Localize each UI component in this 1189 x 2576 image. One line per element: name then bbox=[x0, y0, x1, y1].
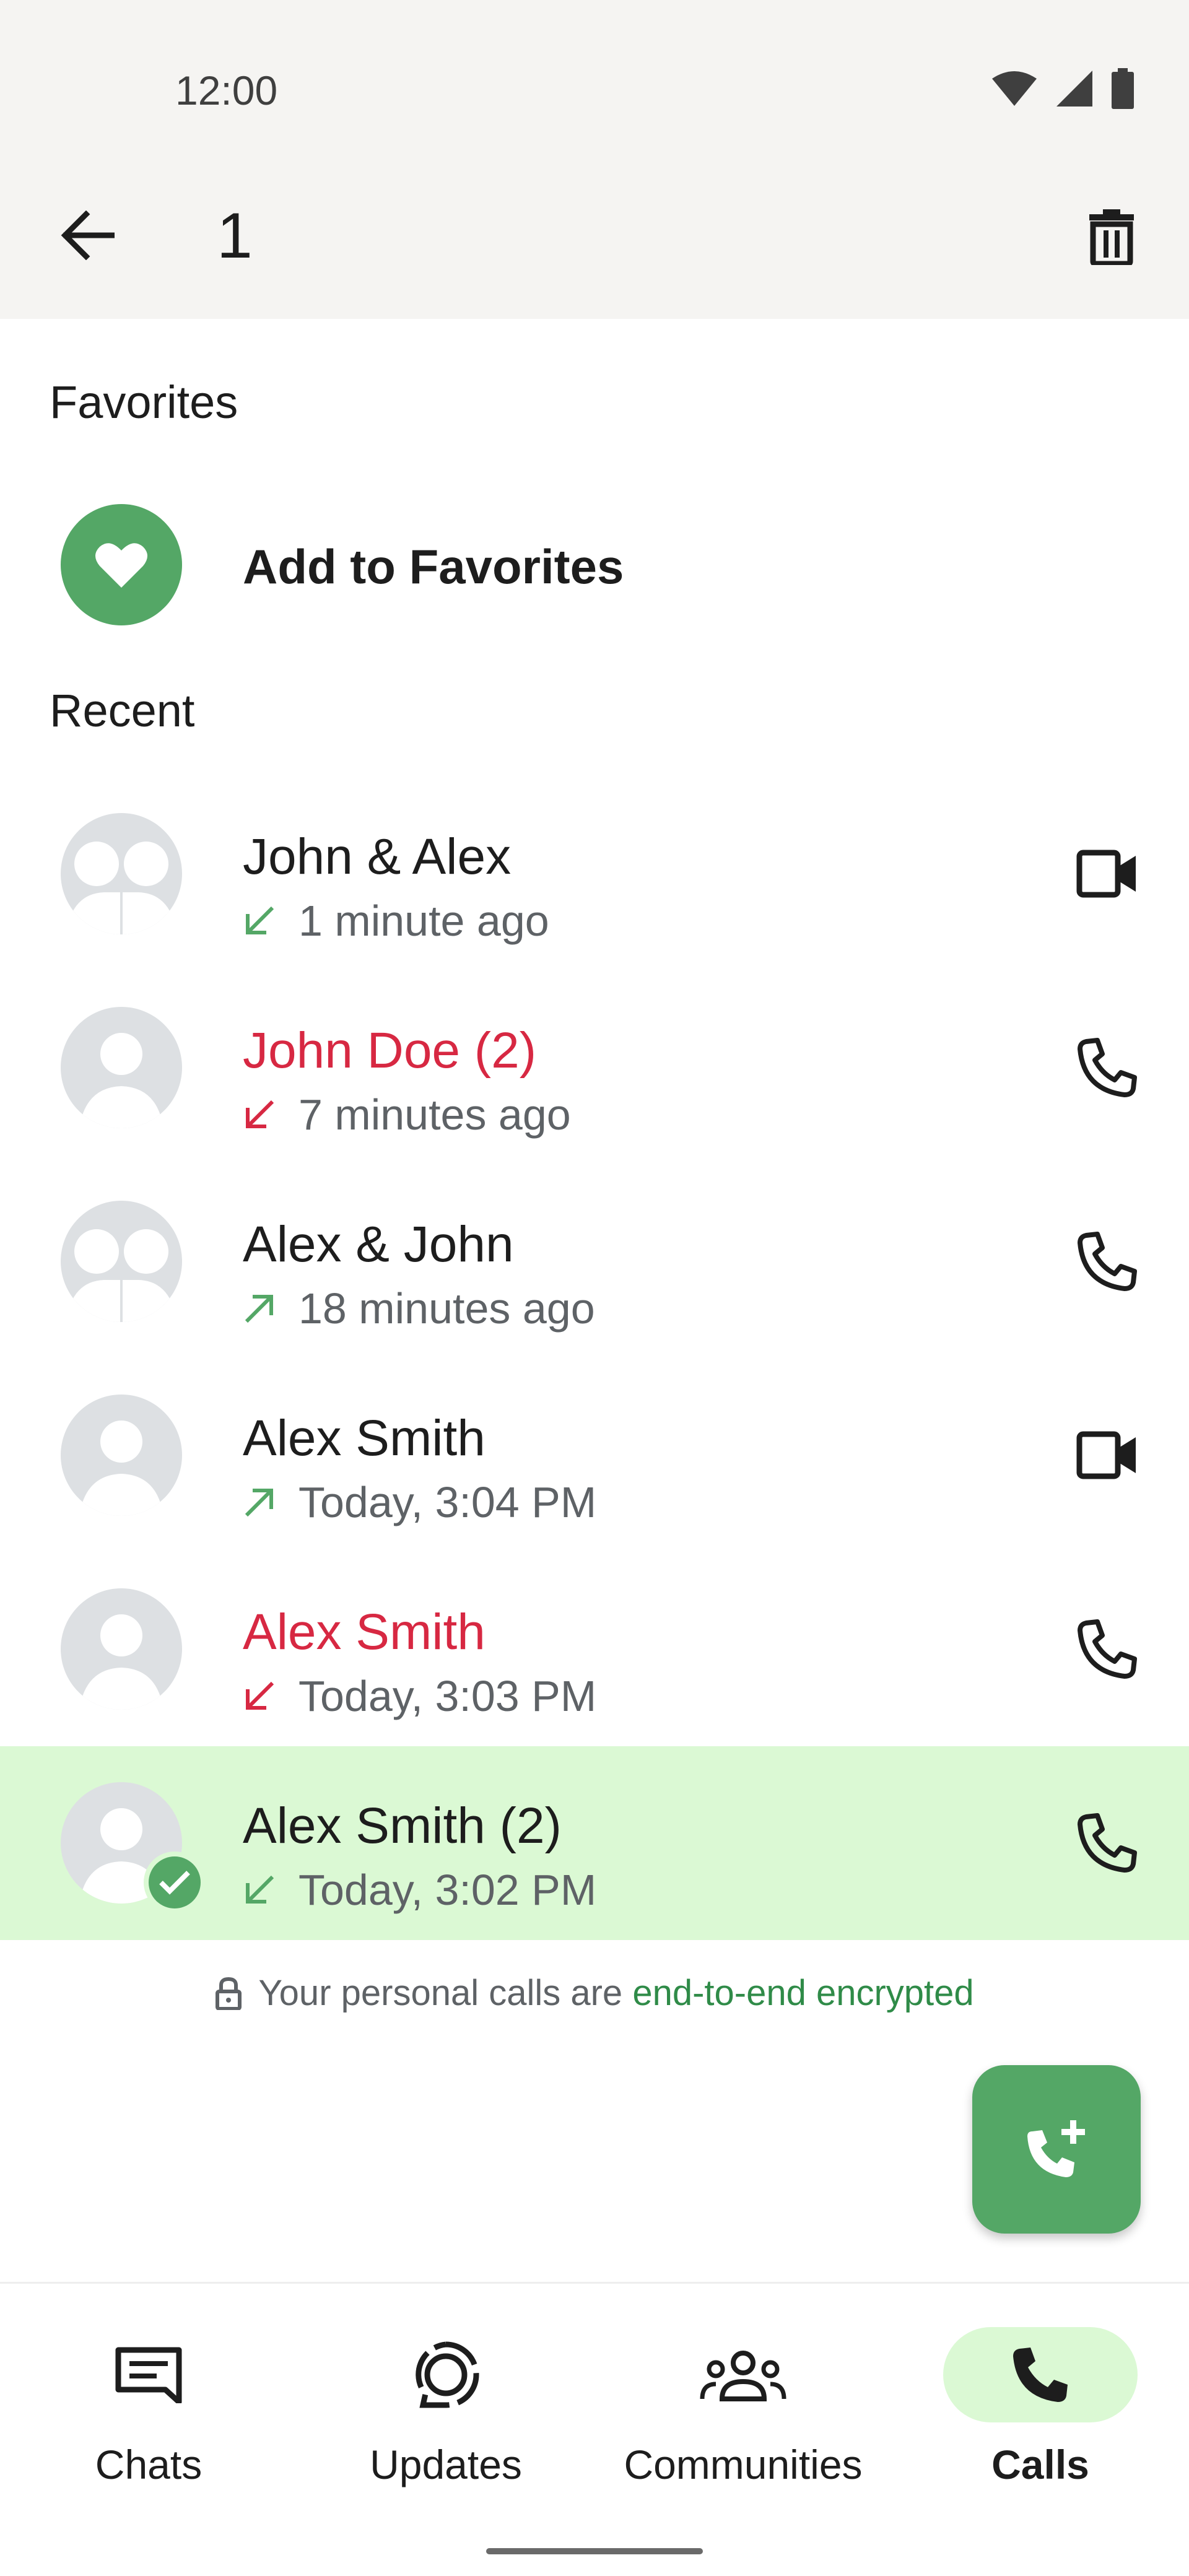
missed-call-arrow-icon bbox=[246, 1681, 274, 1710]
delete-button[interactable] bbox=[1071, 196, 1152, 276]
video-call-button[interactable] bbox=[1065, 832, 1149, 916]
phone-icon bbox=[1078, 1038, 1137, 1097]
video-camera-icon bbox=[1076, 850, 1136, 898]
call-row[interactable]: Alex Smith Today, 3:03 PM bbox=[0, 1552, 1189, 1746]
communities-icon bbox=[700, 2351, 786, 2401]
status-bar: 12:00 bbox=[0, 0, 1189, 155]
phone-icon bbox=[1078, 1232, 1137, 1291]
nav-chats[interactable]: Chats bbox=[0, 2327, 297, 2500]
lock-icon bbox=[216, 1977, 242, 2010]
call-row[interactable]: John Doe (2) 7 minutes ago bbox=[0, 971, 1189, 1165]
incoming-arrow-icon bbox=[246, 906, 274, 934]
calls-list: Favorites Add to Favorites Recent John &… bbox=[0, 319, 1189, 2282]
updates-icon bbox=[416, 2341, 479, 2408]
signal-icon bbox=[1056, 71, 1092, 107]
avatar bbox=[61, 1007, 182, 1128]
caller-name: Alex & John bbox=[243, 1216, 514, 1273]
video-call-button[interactable] bbox=[1065, 1413, 1149, 1497]
encryption-notice: Your personal calls are end-to-end encry… bbox=[0, 1972, 1189, 2014]
phone-icon bbox=[1078, 1813, 1137, 1873]
home-indicator[interactable] bbox=[486, 2548, 703, 2554]
arrow-back-icon bbox=[61, 211, 115, 260]
add-call-icon bbox=[1027, 2120, 1085, 2177]
call-time: Today, 3:03 PM bbox=[298, 1672, 597, 1720]
calls-icon bbox=[1013, 2348, 1068, 2402]
chats-icon bbox=[115, 2347, 182, 2403]
encryption-text: Your personal calls are bbox=[258, 1973, 623, 2013]
outgoing-arrow-icon bbox=[245, 1295, 273, 1323]
voice-call-button[interactable] bbox=[1065, 1219, 1149, 1303]
nav-calls-label: Calls bbox=[991, 2442, 1089, 2487]
heart-icon bbox=[95, 543, 147, 588]
call-time: Today, 3:04 PM bbox=[298, 1478, 597, 1526]
nav-chats-label: Chats bbox=[95, 2442, 203, 2487]
caller-name: Alex Smith bbox=[243, 1410, 486, 1466]
selected-count: 1 bbox=[217, 200, 253, 272]
recent-header: Recent bbox=[50, 685, 195, 736]
call-row-selected[interactable]: Alex Smith (2) Today, 3:02 PM bbox=[0, 1746, 1189, 1940]
outgoing-arrow-icon bbox=[245, 1489, 273, 1517]
selection-app-bar: 1 bbox=[0, 155, 1189, 319]
caller-name: John & Alex bbox=[243, 829, 512, 885]
video-camera-icon bbox=[1076, 1431, 1136, 1479]
caller-name: John Doe (2) bbox=[243, 1022, 537, 1079]
wifi-icon bbox=[992, 71, 1037, 106]
status-time: 12:00 bbox=[175, 67, 278, 113]
call-time: 1 minute ago bbox=[298, 897, 549, 945]
battery-icon bbox=[1112, 68, 1134, 109]
caller-name: Alex Smith bbox=[243, 1604, 486, 1660]
nav-communities[interactable]: Communities bbox=[594, 2327, 892, 2500]
favorites-header: Favorites bbox=[50, 376, 238, 428]
trash-icon bbox=[1089, 209, 1134, 265]
incoming-arrow-icon bbox=[246, 1875, 274, 1904]
status-icons bbox=[991, 68, 1135, 109]
encryption-link[interactable]: end-to-end encrypted bbox=[632, 1973, 973, 2013]
call-row[interactable]: Alex Smith Today, 3:04 PM bbox=[0, 1359, 1189, 1552]
new-call-fab[interactable] bbox=[972, 2065, 1141, 2234]
voice-call-button[interactable] bbox=[1065, 1801, 1149, 1885]
nav-updates[interactable]: Updates bbox=[297, 2327, 594, 2500]
avatar bbox=[61, 1395, 182, 1516]
selected-check-icon bbox=[144, 1852, 206, 1913]
group-avatar bbox=[61, 813, 182, 934]
avatar bbox=[61, 1588, 182, 1710]
nav-communities-label: Communities bbox=[624, 2442, 863, 2487]
voice-call-button[interactable] bbox=[1065, 1607, 1149, 1691]
call-time: 18 minutes ago bbox=[298, 1284, 595, 1333]
favorites-avatar bbox=[61, 504, 182, 625]
missed-call-arrow-icon bbox=[246, 1100, 274, 1128]
nav-updates-label: Updates bbox=[370, 2442, 522, 2487]
nav-calls[interactable]: Calls bbox=[892, 2327, 1189, 2500]
add-to-favorites-label: Add to Favorites bbox=[243, 539, 624, 594]
phone-icon bbox=[1078, 1619, 1137, 1679]
call-row[interactable]: John & Alex 1 minute ago bbox=[0, 777, 1189, 971]
group-avatar bbox=[61, 1201, 182, 1322]
call-time: Today, 3:02 PM bbox=[298, 1866, 597, 1914]
back-button[interactable] bbox=[50, 198, 124, 272]
caller-name: Alex Smith (2) bbox=[243, 1798, 562, 1854]
voice-call-button[interactable] bbox=[1065, 1025, 1149, 1110]
add-to-favorites-row[interactable]: Add to Favorites bbox=[0, 483, 1189, 647]
call-row[interactable]: Alex & John 18 minutes ago bbox=[0, 1165, 1189, 1359]
bottom-navigation: Chats Updates Communities Calls bbox=[0, 2282, 1189, 2576]
call-time: 7 minutes ago bbox=[298, 1090, 571, 1139]
